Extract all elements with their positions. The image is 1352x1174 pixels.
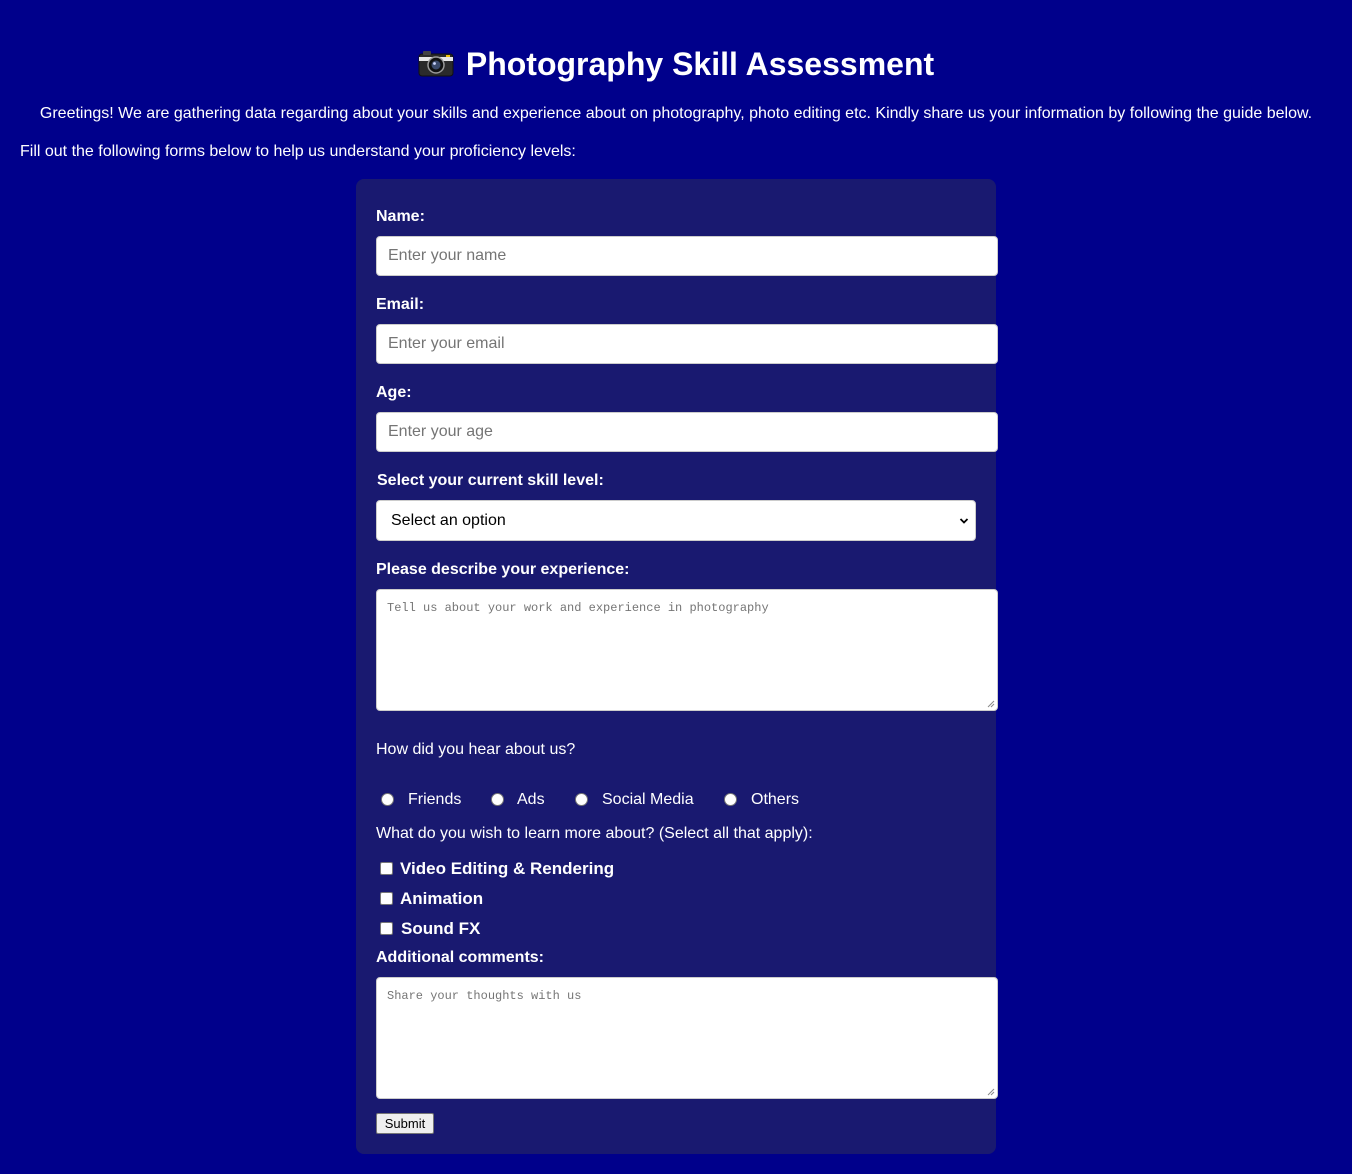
chevron-down-icon <box>959 518 969 524</box>
radio-label-friends[interactable]: Friends <box>408 790 461 810</box>
learn-more-question: What do you wish to learn more about? (S… <box>376 825 813 842</box>
skill-level-label: Select your current skill level: <box>377 472 604 489</box>
resize-grip-icon[interactable] <box>987 700 995 708</box>
name-label: Name: <box>376 208 425 225</box>
age-placeholder: Enter your age <box>388 423 493 440</box>
comments-placeholder: Share your thoughts with us <box>387 989 582 1003</box>
checkbox-animation[interactable] <box>380 892 393 905</box>
camera-icon <box>418 51 454 77</box>
checkbox-label-animation[interactable]: Animation <box>400 889 483 909</box>
email-placeholder: Enter your email <box>388 335 505 352</box>
age-label: Age: <box>376 384 412 401</box>
radio-others[interactable] <box>724 793 737 806</box>
instructions-text: Fill out the following forms below to he… <box>20 143 576 160</box>
checkbox-sound-fx[interactable] <box>380 922 393 935</box>
intro-text: Greetings! We are gathering data regardi… <box>39 105 1313 122</box>
radio-label-social-media[interactable]: Social Media <box>602 790 694 810</box>
name-input[interactable]: Enter your name <box>376 236 998 276</box>
skill-level-selected: Select an option <box>391 512 506 529</box>
radio-label-others[interactable]: Others <box>751 790 799 810</box>
checkbox-label-video-editing[interactable]: Video Editing & Rendering <box>400 859 614 879</box>
name-placeholder: Enter your name <box>388 247 507 264</box>
heard-about-question: How did you hear about us? <box>376 741 576 758</box>
radio-social-media[interactable] <box>575 793 588 806</box>
checkbox-video-editing[interactable] <box>380 862 393 875</box>
comments-label: Additional comments: <box>376 949 545 966</box>
radio-ads[interactable] <box>491 793 504 806</box>
resize-grip-icon[interactable] <box>987 1088 995 1096</box>
email-input[interactable]: Enter your email <box>376 324 998 364</box>
assessment-form: Name: Enter your name Email: Enter your … <box>356 179 998 1154</box>
radio-friends[interactable] <box>381 793 394 806</box>
checkbox-label-sound-fx[interactable]: Sound FX <box>401 919 480 939</box>
age-input[interactable]: Enter your age <box>376 412 998 452</box>
skill-level-select[interactable]: Select an option <box>376 500 976 541</box>
experience-label: Please describe your experience: <box>376 561 630 578</box>
page-title: Photography Skill Assessment <box>0 44 1352 84</box>
radio-label-ads[interactable]: Ads <box>517 790 545 810</box>
experience-placeholder: Tell us about your work and experience i… <box>387 601 769 615</box>
email-label: Email: <box>376 296 425 313</box>
experience-textarea[interactable]: Tell us about your work and experience i… <box>376 589 998 711</box>
comments-textarea[interactable]: Share your thoughts with us <box>376 977 998 1099</box>
submit-button[interactable]: Submit <box>376 1113 434 1134</box>
page-title-text: Photography Skill Assessment <box>465 46 935 82</box>
